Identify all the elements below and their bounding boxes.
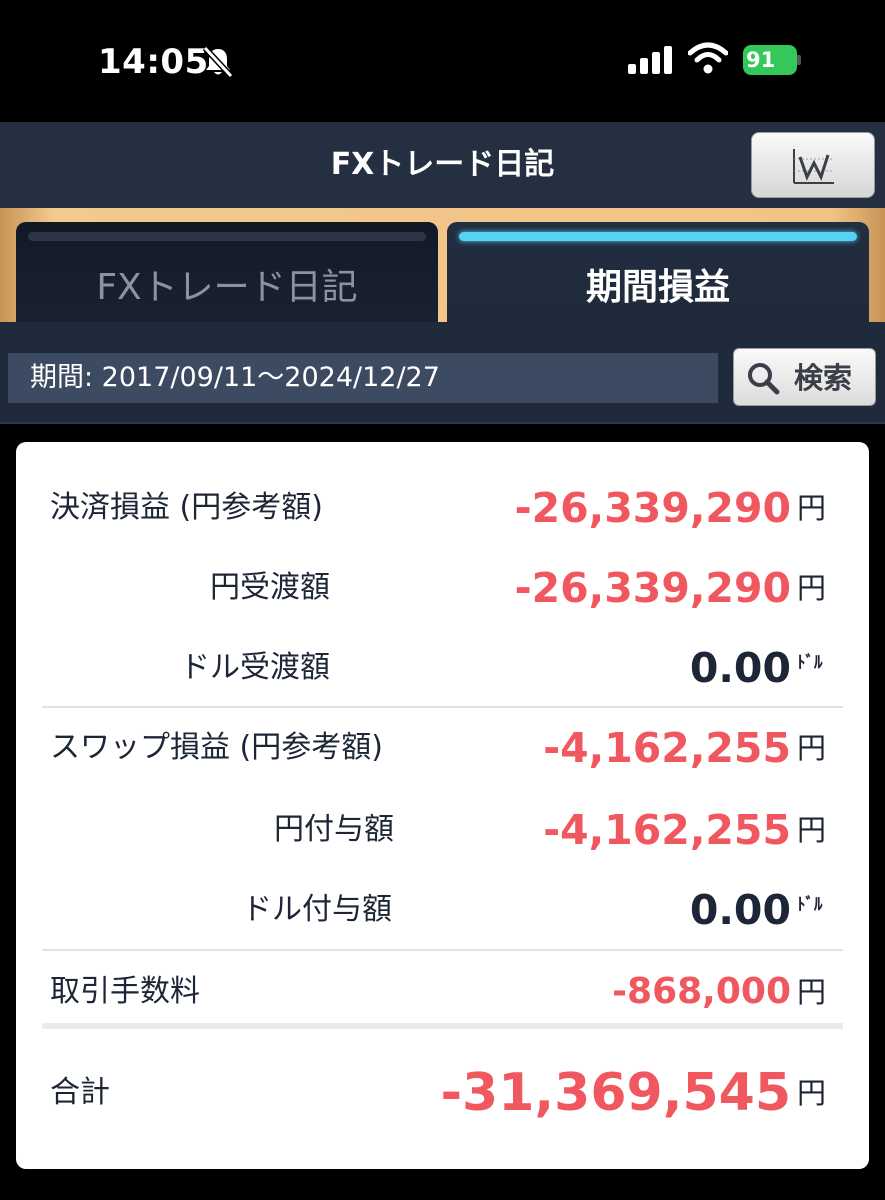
row-value: 0.00 xyxy=(689,886,791,934)
tab-label: FXトレード日記 xyxy=(96,267,358,308)
app-header: FXトレード日記 xyxy=(0,122,885,208)
yen-delivery-row: 円受渡額 -26,339,290 円 xyxy=(16,553,869,623)
wifi-icon xyxy=(688,42,728,74)
row-label: 円受渡額 xyxy=(210,570,330,605)
results-card: 決済損益 (円参考額) -26,339,290 円 円受渡額 -26,339,2… xyxy=(16,442,869,1169)
row-label: 円付与額 xyxy=(274,812,394,847)
fees-row: 取引手数料 -868,000 円 xyxy=(16,957,869,1027)
status-time: 14:05 xyxy=(98,42,209,82)
row-label: スワップ損益 (円参考額) xyxy=(50,730,383,765)
status-bar: 14:05 91 xyxy=(0,0,885,122)
total-value: -31,369,545 xyxy=(440,1063,791,1123)
settlement-pl-row: 決済損益 (円参考額) -26,339,290 円 xyxy=(16,473,869,543)
period-field[interactable]: 期間: 2017/09/11〜2024/12/27 xyxy=(8,353,718,403)
tab-label: 期間損益 xyxy=(585,267,730,308)
dollar-delivery-row: ドル受渡額 0.00 ﾄﾞﾙ xyxy=(16,633,869,703)
row-unit: 円 xyxy=(797,975,827,1009)
dollar-granted-row: ドル付与額 0.00 ﾄﾞﾙ xyxy=(16,875,869,945)
search-button[interactable]: 検索 xyxy=(733,348,876,406)
divider xyxy=(42,1023,843,1029)
battery-level: 91 xyxy=(746,48,776,72)
bell-slash-icon xyxy=(202,45,234,79)
row-value: -868,000 xyxy=(612,971,791,1012)
row-label: 決済損益 (円参考額) xyxy=(50,490,323,525)
row-unit: ﾄﾞﾙ xyxy=(797,895,823,915)
row-label: 合計 xyxy=(50,1075,110,1110)
divider xyxy=(42,949,843,951)
yen-granted-row: 円付与額 -4,162,255 円 xyxy=(16,795,869,865)
battery-icon: 91 xyxy=(743,45,801,75)
row-unit: 円 xyxy=(797,731,827,765)
row-unit: 円 xyxy=(797,1076,827,1110)
row-value: -26,339,290 xyxy=(514,484,791,532)
row-unit: 円 xyxy=(797,813,827,847)
row-unit: 円 xyxy=(797,571,827,605)
row-value: 0.00 xyxy=(689,644,791,692)
row-label: ドル受渡額 xyxy=(180,650,330,685)
chart-button[interactable] xyxy=(751,132,875,198)
search-button-label: 検索 xyxy=(794,361,853,395)
row-unit: ﾄﾞﾙ xyxy=(797,653,823,673)
total-row: 合計 -31,369,545 円 xyxy=(16,1058,869,1128)
row-label: 取引手数料 xyxy=(50,974,200,1009)
row-value: -4,162,255 xyxy=(543,806,791,854)
tab-fx-trade-diary[interactable]: FXトレード日記 xyxy=(16,222,438,322)
tab-indicator xyxy=(28,232,426,241)
tab-bar: FXトレード日記 期間損益 xyxy=(0,208,885,322)
chart-icon xyxy=(793,149,834,184)
row-unit: 円 xyxy=(797,491,827,525)
row-label: ドル付与額 xyxy=(242,892,392,927)
row-value: -26,339,290 xyxy=(514,564,791,612)
signal-icon xyxy=(628,46,672,74)
divider xyxy=(42,706,843,708)
search-row: 期間: 2017/09/11〜2024/12/27 検索 xyxy=(0,322,885,424)
row-value: -4,162,255 xyxy=(543,724,791,772)
search-icon xyxy=(748,363,780,395)
tab-period-pl[interactable]: 期間損益 xyxy=(447,222,869,322)
swap-pl-row: スワップ損益 (円参考額) -4,162,255 円 xyxy=(16,713,869,783)
tab-indicator-active xyxy=(459,232,857,241)
